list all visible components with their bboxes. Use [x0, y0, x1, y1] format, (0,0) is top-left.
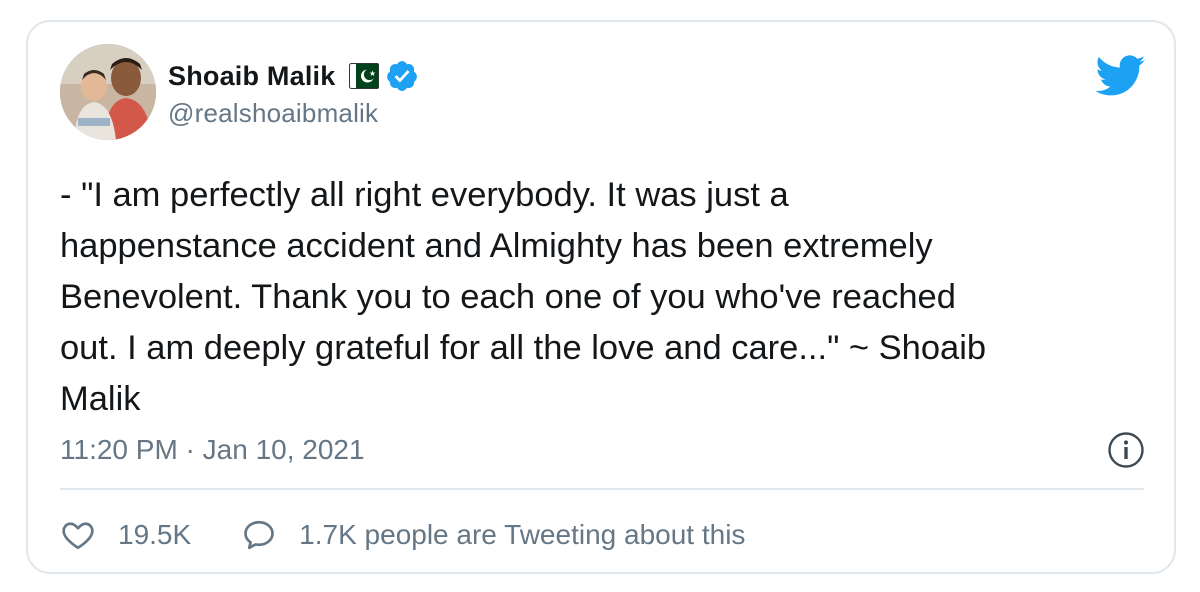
author-display-name[interactable]: Shoaib Malik	[168, 61, 335, 92]
tweet-meta: 11:20 PM · Jan 10, 2021	[60, 430, 1146, 470]
tweet-actions: 19.5K 1.7K people are Tweeting about thi…	[60, 512, 795, 558]
tweet-header: Shoaib Malik @realshoaibmalik	[60, 44, 1146, 144]
tweet-card[interactable]: Shoaib Malik @realshoaibmalik - "I am pe…	[26, 20, 1176, 574]
like-button[interactable]: 19.5K	[60, 517, 191, 553]
verified-badge-icon	[387, 61, 418, 91]
conversation-button[interactable]: 1.7K people are Tweeting about this	[241, 517, 745, 553]
like-count: 19.5K	[118, 519, 192, 550]
author-block: Shoaib Malik @realshoaibmalik	[168, 58, 419, 129]
info-icon[interactable]	[1106, 430, 1146, 470]
speech-bubble-icon	[244, 520, 275, 550]
heart-icon	[62, 522, 94, 550]
conversation-count: 1.7K people are Tweeting about this	[299, 519, 746, 550]
tweet-text: - "I am perfectly all right everybody. I…	[60, 176, 987, 418]
pakistan-flag-icon	[349, 63, 380, 89]
avatar[interactable]	[60, 44, 156, 140]
avatar-photo	[60, 44, 156, 140]
tweet-timestamp[interactable]: 11:20 PM · Jan 10, 2021	[60, 434, 365, 466]
twitter-bird-icon[interactable]	[1096, 54, 1146, 98]
divider	[60, 488, 1144, 490]
author-handle[interactable]: @realshoaibmalik	[168, 98, 419, 129]
